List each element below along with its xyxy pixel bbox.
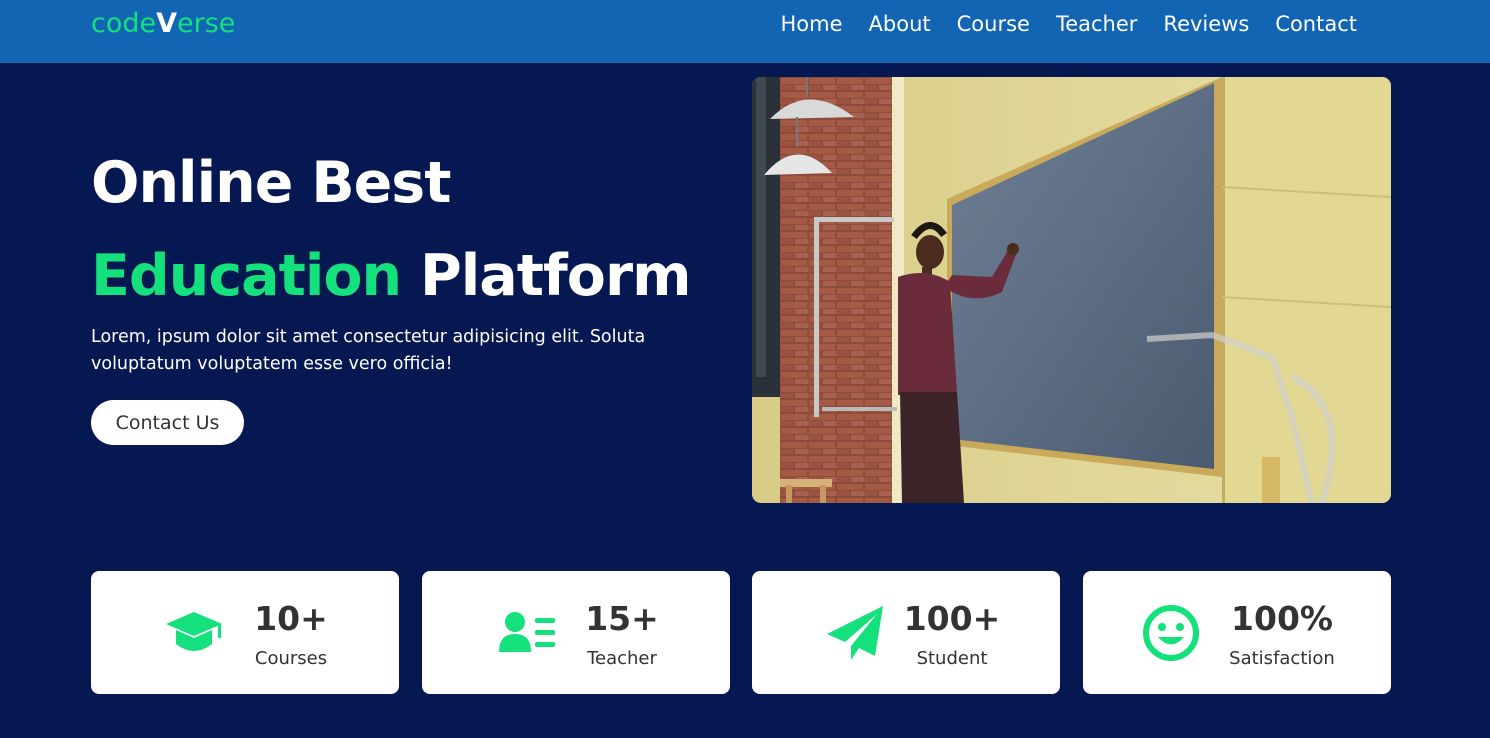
- smile-icon: [1140, 604, 1202, 662]
- stat-value: 100+: [903, 599, 1001, 638]
- stat-card-student: 100+ Student: [752, 571, 1060, 694]
- contact-us-button[interactable]: Contact Us: [91, 400, 244, 445]
- hero-title-accent: Education: [91, 243, 402, 309]
- graduation-cap-icon: [163, 604, 225, 662]
- nav-links: Home About Course Teacher Reviews Contac…: [781, 10, 1357, 38]
- nav-link-about[interactable]: About: [869, 10, 931, 38]
- nav-link-reviews[interactable]: Reviews: [1163, 10, 1249, 38]
- hero-title-line2: Education Platform: [91, 241, 691, 311]
- nav-link-course[interactable]: Course: [957, 10, 1030, 38]
- logo-suffix: erse: [177, 8, 236, 39]
- stat-label: Teacher: [587, 648, 657, 669]
- stat-card-courses: 10+ Courses: [91, 571, 399, 694]
- teacher-list-icon: [496, 604, 558, 662]
- logo-v: V: [156, 8, 178, 39]
- stat-value: 100%: [1231, 599, 1333, 638]
- logo[interactable]: codeVerse: [91, 8, 235, 39]
- hero-photo: [752, 77, 1391, 503]
- paper-plane-icon: [824, 604, 886, 662]
- hero-title-rest: Platform: [419, 243, 691, 309]
- teacher-at-chalkboard-photo: [752, 77, 1391, 503]
- hero-description: Lorem, ipsum dolor sit amet consectetur …: [91, 327, 646, 374]
- stat-label: Satisfaction: [1229, 648, 1335, 669]
- stat-value: 15+: [585, 599, 659, 638]
- stat-value: 10+: [254, 599, 328, 638]
- stat-card-teacher: 15+ Teacher: [422, 571, 730, 694]
- nav-link-teacher[interactable]: Teacher: [1056, 10, 1137, 38]
- nav-link-home[interactable]: Home: [781, 10, 843, 38]
- stat-label: Student: [916, 648, 988, 669]
- nav-link-contact[interactable]: Contact: [1275, 10, 1357, 38]
- navbar: codeVerse Home About Course Teacher Revi…: [0, 0, 1490, 63]
- logo-prefix: code: [91, 8, 157, 39]
- hero-title-line1: Online Best: [91, 150, 451, 216]
- stat-card-satisfaction: 100% Satisfaction: [1083, 571, 1391, 694]
- stat-label: Courses: [254, 648, 328, 669]
